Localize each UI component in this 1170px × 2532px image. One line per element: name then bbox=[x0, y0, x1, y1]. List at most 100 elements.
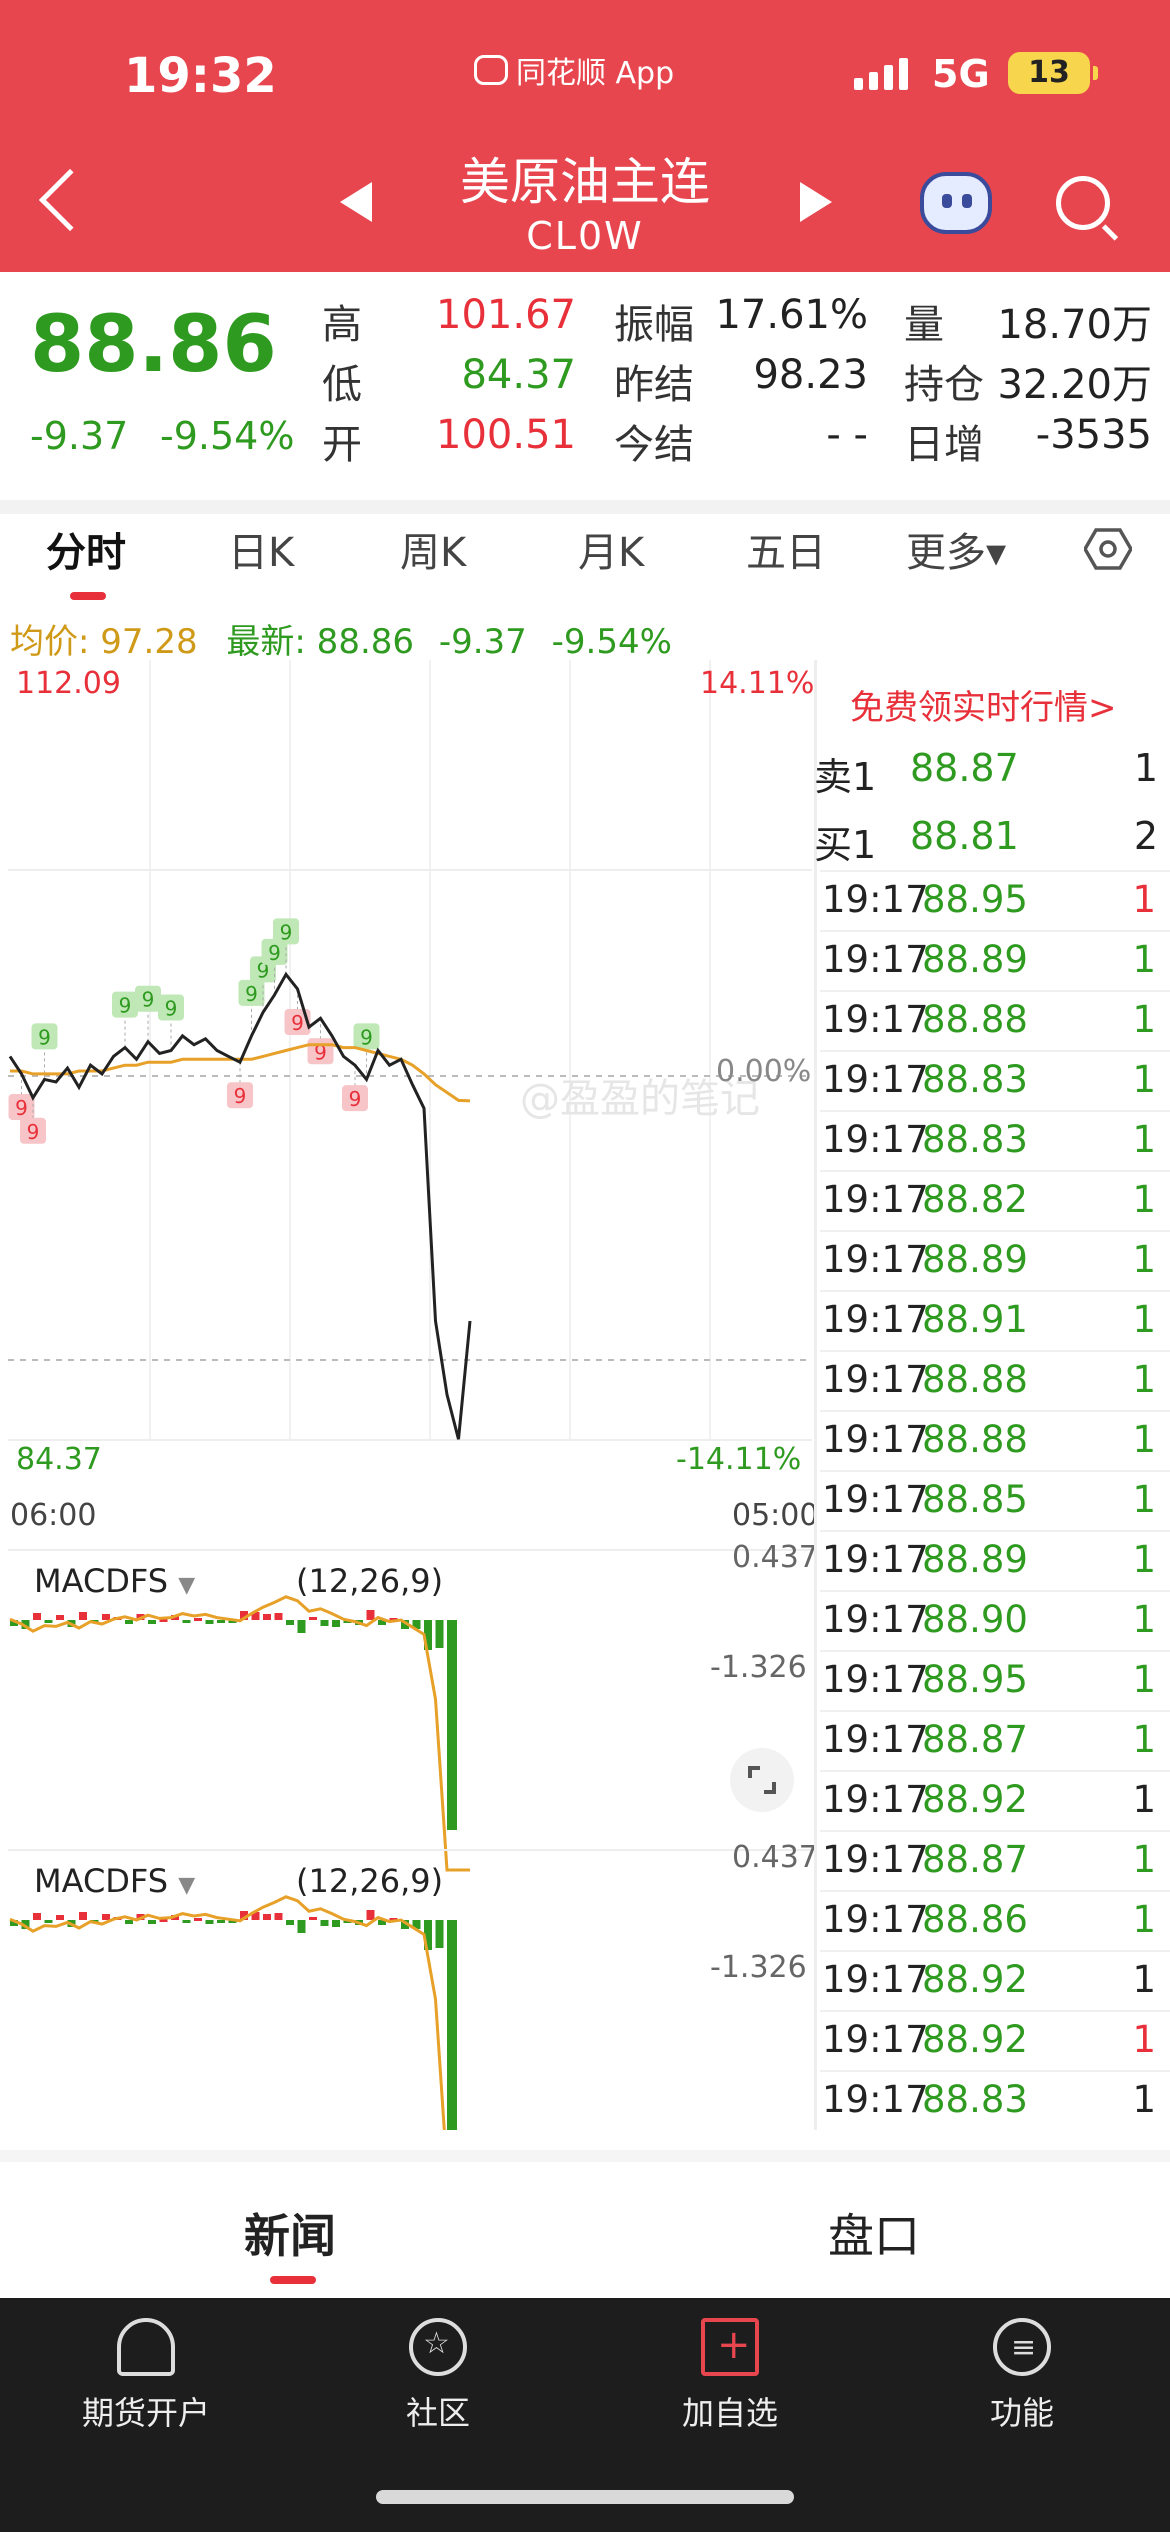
assistant-bot-icon[interactable] bbox=[920, 172, 992, 234]
macd-signal-line bbox=[9, 1895, 470, 2172]
nav-add-watchlist[interactable]: + 加自选 bbox=[584, 2310, 876, 2434]
tick-row: 19:17 88.91 1 bbox=[820, 1290, 1170, 1350]
news-tab-indicator bbox=[270, 2276, 316, 2284]
nav-open-account-label: 期货开户 bbox=[81, 2394, 210, 2432]
tab-order-flow[interactable]: 盘口 bbox=[828, 2200, 920, 2266]
tick-price: 88.88 bbox=[922, 1418, 1028, 1461]
marker-label: 9 bbox=[360, 1025, 373, 1049]
tick-row: 19:17 88.92 1 bbox=[820, 2010, 1170, 2070]
tick-volume: 1 bbox=[1132, 1418, 1156, 1461]
macd-bar bbox=[148, 1920, 156, 1924]
price-change: -9.37 bbox=[30, 414, 129, 458]
settings-icon[interactable] bbox=[1084, 528, 1132, 570]
ask-volume: 1 bbox=[1133, 746, 1158, 790]
macd1-indicator-select[interactable]: MACDFS ▼ bbox=[34, 1562, 196, 1600]
tick-volume: 1 bbox=[1132, 1478, 1156, 1521]
tab-weekly-k[interactable]: 周K bbox=[400, 520, 466, 578]
tick-row: 19:17 88.89 1 bbox=[820, 930, 1170, 990]
macd-bar bbox=[194, 1618, 202, 1621]
marker-label: 9 bbox=[165, 997, 178, 1021]
marker-label: 9 bbox=[245, 982, 258, 1006]
home-indicator bbox=[376, 2490, 794, 2504]
app-badge-label: 同花顺 App bbox=[516, 56, 675, 91]
macd-bar bbox=[320, 1620, 329, 1626]
tick-time: 19:17 bbox=[822, 938, 929, 981]
tick-row: 19:17 88.82 1 bbox=[820, 1170, 1170, 1230]
macd-bar bbox=[332, 1920, 340, 1927]
stat-label-settle: 今结 bbox=[614, 422, 694, 468]
tick-row: 19:17 88.89 1 bbox=[820, 1230, 1170, 1290]
marker-label: 9 bbox=[349, 1087, 362, 1111]
avg-price: 均价: 97.28 bbox=[10, 622, 198, 662]
macd1-mid-label: -1.326 bbox=[710, 1650, 807, 1685]
stat-label-high: 高 bbox=[322, 302, 362, 348]
macd2-indicator-label: MACDFS bbox=[34, 1862, 169, 1900]
macd-spike bbox=[447, 1620, 457, 1830]
network-type: 5G bbox=[932, 52, 990, 96]
macd-bar bbox=[44, 1920, 53, 1923]
tick-row: 19:17 88.90 1 bbox=[820, 1590, 1170, 1650]
tick-volume: 1 bbox=[1132, 1298, 1156, 1341]
tick-time: 19:17 bbox=[822, 1658, 929, 1701]
macd-bar bbox=[194, 1918, 202, 1921]
tick-price: 88.87 bbox=[922, 1718, 1028, 1761]
y-min-label: 84.37 bbox=[16, 1442, 102, 1477]
tick-time: 19:17 bbox=[822, 1778, 929, 1821]
tick-time: 19:17 bbox=[822, 1118, 929, 1161]
last-price: 88.86 bbox=[30, 300, 277, 390]
tab-daily-k[interactable]: 日K bbox=[228, 520, 294, 578]
tick-volume: 1 bbox=[1132, 878, 1156, 921]
nav-open-account[interactable]: 期货开户 bbox=[0, 2310, 292, 2434]
stat-label-prev-settle: 昨结 bbox=[614, 362, 694, 408]
tick-volume: 1 bbox=[1132, 1118, 1156, 1161]
expand-chart-icon[interactable] bbox=[730, 1748, 794, 1812]
tick-volume: 1 bbox=[1132, 1058, 1156, 1101]
macd-bar bbox=[309, 1617, 317, 1620]
intraday-chart[interactable]: @盈盈的笔记 999999999999999 112.09 14.11% 0.0… bbox=[0, 660, 820, 2172]
tab-news[interactable]: 新闻 bbox=[244, 2200, 336, 2266]
tick-price: 88.91 bbox=[922, 1298, 1028, 1341]
marker-label: 9 bbox=[280, 920, 293, 944]
menu-circle-icon: ≡ bbox=[993, 2318, 1051, 2376]
tick-volume: 1 bbox=[1132, 998, 1156, 1041]
stat-value-daily-change: -3535 bbox=[1035, 412, 1152, 458]
stat-label-open-interest: 持仓 bbox=[904, 362, 984, 408]
tab-intraday[interactable]: 分时 bbox=[46, 520, 126, 578]
stat-value-low: 84.37 bbox=[461, 352, 576, 398]
tick-time: 19:17 bbox=[822, 1238, 929, 1281]
nav-add-watchlist-label: 加自选 bbox=[681, 2394, 778, 2432]
tick-volume: 1 bbox=[1132, 1898, 1156, 1941]
search-icon[interactable] bbox=[1056, 176, 1110, 230]
tick-row: 19:17 88.85 1 bbox=[820, 1470, 1170, 1530]
tick-price: 88.82 bbox=[922, 1178, 1028, 1221]
nav-functions[interactable]: ≡ 功能 bbox=[876, 2310, 1168, 2434]
tick-price: 88.89 bbox=[922, 938, 1028, 981]
marker-label: 9 bbox=[234, 1084, 247, 1108]
tab-five-day[interactable]: 五日 bbox=[746, 520, 826, 578]
tick-row: 19:17 88.88 1 bbox=[820, 1350, 1170, 1410]
ask-label: 卖1 bbox=[814, 755, 877, 799]
macd2-indicator-select[interactable]: MACDFS ▼ bbox=[34, 1862, 196, 1900]
tick-time: 19:17 bbox=[822, 1058, 929, 1101]
tick-row: 19:17 88.95 1 bbox=[820, 1650, 1170, 1710]
tick-row: 19:17 88.89 1 bbox=[820, 1530, 1170, 1590]
nav-community[interactable]: ☆ 社区 bbox=[292, 2310, 584, 2434]
tick-price: 88.90 bbox=[922, 1598, 1028, 1641]
tab-more[interactable]: 更多▾ bbox=[906, 520, 1006, 578]
macd-bar bbox=[286, 1920, 294, 1925]
tick-price: 88.89 bbox=[922, 1538, 1028, 1581]
tick-price: 88.87 bbox=[922, 1838, 1028, 1881]
tick-price: 88.92 bbox=[922, 2018, 1028, 2061]
stat-value-high: 101.67 bbox=[436, 292, 576, 338]
time-start-label: 06:00 bbox=[10, 1498, 97, 1533]
tab-monthly-k[interactable]: 月K bbox=[578, 520, 644, 578]
macd1-indicator-label: MACDFS bbox=[34, 1562, 169, 1600]
next-contract-icon[interactable] bbox=[800, 182, 832, 222]
tick-row: 19:17 88.83 1 bbox=[820, 2070, 1170, 2130]
tick-price: 88.86 bbox=[922, 1898, 1028, 1941]
tick-price: 88.83 bbox=[922, 2078, 1028, 2121]
macd-bar bbox=[332, 1620, 340, 1627]
tick-price: 88.92 bbox=[922, 1778, 1028, 1821]
free-realtime-quote-link[interactable]: 免费领实时行情> bbox=[850, 680, 1117, 729]
nav-functions-label: 功能 bbox=[989, 2394, 1054, 2432]
